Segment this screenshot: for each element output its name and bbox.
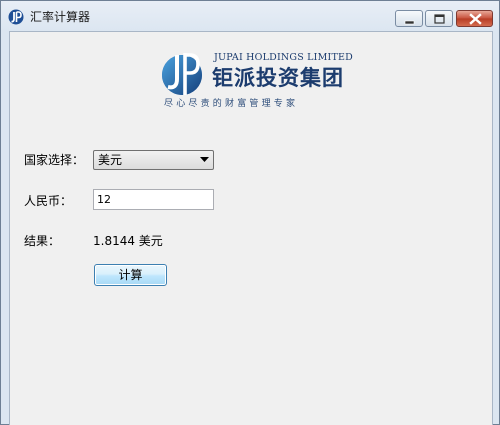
close-icon [469, 13, 482, 25]
title-bar[interactable]: 汇率计算器 [1, 1, 499, 31]
dropdown-arrow-icon [200, 157, 209, 162]
country-select[interactable]: 美元 [93, 150, 214, 170]
result-label: 结果： [24, 234, 61, 248]
country-selected-value: 美元 [98, 153, 123, 167]
company-logo: JUPAI HOLDINGS LIMITED 钜派投资集团 尽心尽责的财富管理专… [160, 49, 353, 109]
rmb-label: 人民币： [24, 194, 73, 208]
app-logo-icon [8, 9, 24, 25]
result-value: 1.8144 美元 [93, 234, 163, 248]
company-name-en: JUPAI HOLDINGS LIMITED [214, 52, 353, 63]
window-title: 汇率计算器 [30, 10, 91, 24]
calculate-button[interactable]: 计算 [94, 264, 167, 286]
company-name-cn: 钜派投资集团 [212, 66, 344, 90]
jupai-jp-logo-icon [162, 53, 202, 95]
minimize-button[interactable] [395, 10, 423, 27]
company-slogan: 尽心尽责的财富管理专家 [164, 99, 299, 109]
close-button[interactable] [456, 10, 493, 27]
country-label: 国家选择： [24, 153, 85, 167]
minimize-icon [404, 20, 415, 25]
maximize-button[interactable] [425, 10, 453, 27]
maximize-icon [434, 14, 445, 24]
rmb-amount-input[interactable] [93, 189, 214, 210]
